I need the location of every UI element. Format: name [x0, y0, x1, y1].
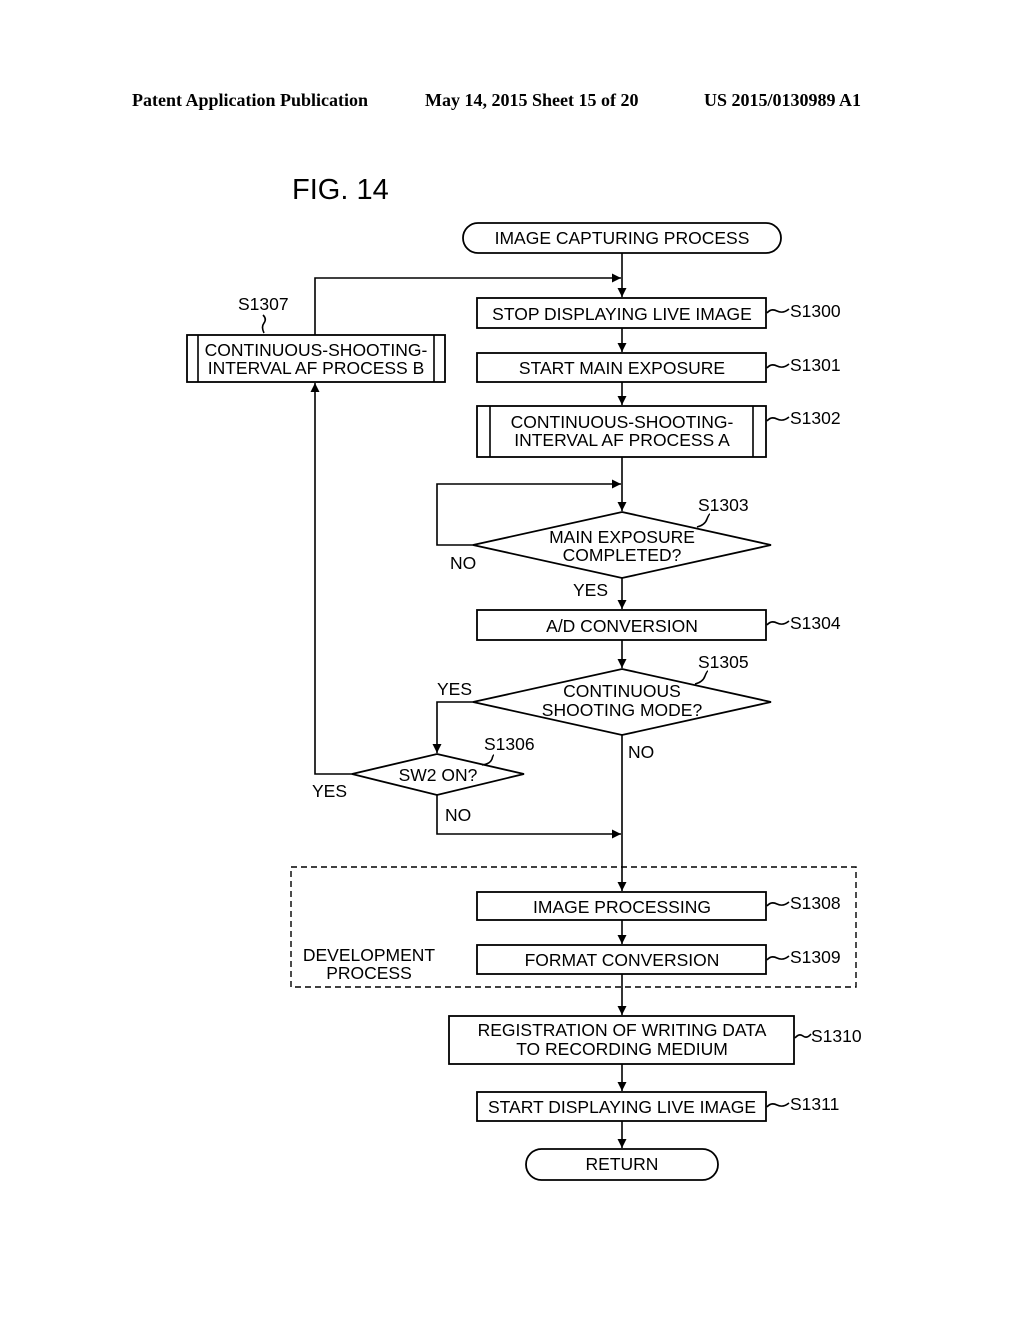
- step-s1311-label: START DISPLAYING LIVE IMAGE: [488, 1097, 756, 1117]
- ref-s1308: S1308: [790, 893, 841, 913]
- ref-s1305: S1305: [698, 652, 749, 672]
- step-s1303-label-2: COMPLETED?: [563, 545, 682, 565]
- leader-s1305: [694, 670, 709, 685]
- group-label-1: DEVELOPMENT: [303, 945, 436, 965]
- start-label: IMAGE CAPTURING PROCESS: [495, 228, 750, 248]
- step-s1305-label-1: CONTINUOUS: [563, 681, 681, 701]
- ref-s1302: S1302: [790, 408, 841, 428]
- step-s1307-label-1: CONTINUOUS-SHOOTING-: [205, 340, 428, 360]
- leader-s1304: [766, 620, 790, 626]
- leader-s1300: [766, 308, 790, 314]
- leader-s1311: [766, 1102, 790, 1108]
- step-s1305-label-2: SHOOTING MODE?: [542, 700, 703, 720]
- ref-s1310: S1310: [811, 1026, 862, 1046]
- step-s1309-label: FORMAT CONVERSION: [525, 950, 720, 970]
- step-s1307-label-2: INTERVAL AF PROCESS B: [208, 358, 425, 378]
- group-label-2: PROCESS: [326, 963, 412, 983]
- s1306-yes-label: YES: [312, 781, 347, 801]
- arrow-s1305-yes: [432, 701, 473, 753]
- step-s1306-label: SW2 ON?: [399, 765, 478, 785]
- flowchart: DEVELOPMENT PROCESS IMAGE CAPTURING PROC…: [186, 222, 862, 1181]
- leader-s1302: [766, 416, 790, 422]
- s1305-no-label: NO: [628, 742, 654, 762]
- leader-s1309: [766, 955, 790, 961]
- ref-s1306: S1306: [484, 734, 535, 754]
- leader-s1307: [261, 314, 267, 334]
- leader-s1306: [481, 754, 495, 766]
- ref-s1303: S1303: [698, 495, 749, 515]
- step-s1301-label: START MAIN EXPOSURE: [519, 358, 725, 378]
- leader-s1308: [766, 901, 790, 907]
- step-s1310-label-2: TO RECORDING MEDIUM: [516, 1039, 728, 1059]
- leader-s1301: [766, 363, 790, 369]
- leader-s1303: [696, 513, 711, 528]
- return-label: RETURN: [586, 1154, 659, 1174]
- s1305-yes-label: YES: [437, 679, 472, 699]
- step-s1310-label-1: REGISTRATION OF WRITING DATA: [478, 1020, 767, 1040]
- leader-s1310: [794, 1033, 812, 1039]
- ref-s1301: S1301: [790, 355, 841, 375]
- s1303-no-label: NO: [450, 553, 476, 573]
- s1306-no-label: NO: [445, 805, 471, 825]
- ref-s1300: S1300: [790, 301, 841, 321]
- step-s1300-label: STOP DISPLAYING LIVE IMAGE: [492, 304, 752, 324]
- s1303-yes-label: YES: [573, 580, 608, 600]
- step-s1302-label-1: CONTINUOUS-SHOOTING-: [511, 412, 734, 432]
- arrow-s1306-yes: [310, 383, 352, 775]
- ref-s1309: S1309: [790, 947, 841, 967]
- step-s1308-label: IMAGE PROCESSING: [533, 897, 711, 917]
- step-s1304-label: A/D CONVERSION: [546, 616, 698, 636]
- ref-s1304: S1304: [790, 613, 841, 633]
- step-s1302-label-2: INTERVAL AF PROCESS A: [514, 430, 730, 450]
- ref-s1311: S1311: [790, 1094, 839, 1114]
- step-s1303-label-1: MAIN EXPOSURE: [549, 527, 695, 547]
- ref-s1307: S1307: [238, 294, 289, 314]
